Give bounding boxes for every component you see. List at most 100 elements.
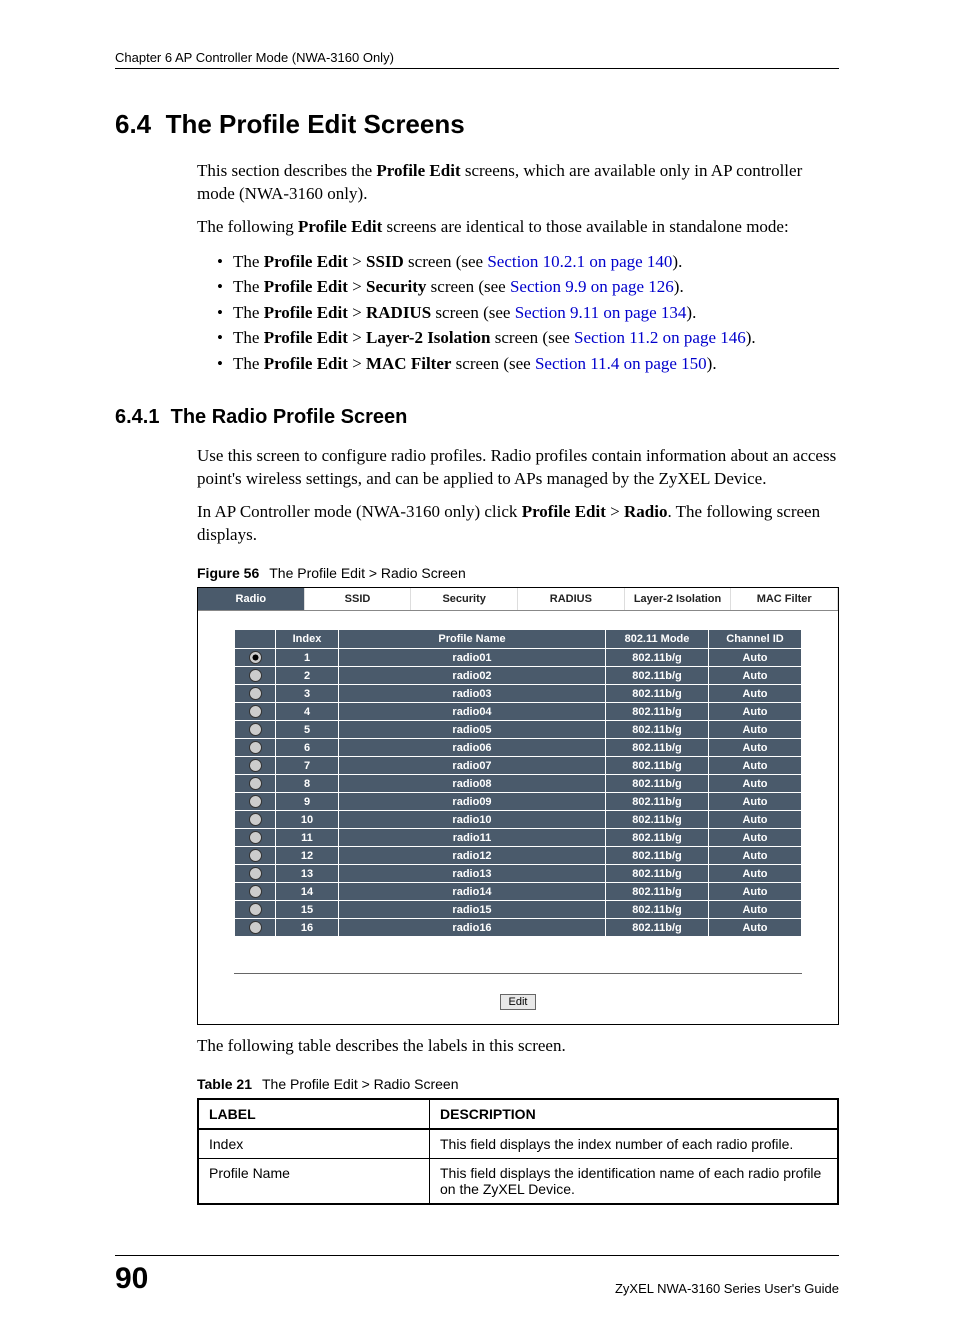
row-radio[interactable]	[235, 649, 276, 667]
bullet-item: The Profile Edit > MAC Filter screen (se…	[217, 351, 839, 377]
desc-text: This field displays the index number of …	[430, 1129, 839, 1159]
running-header: Chapter 6 AP Controller Mode (NWA-3160 O…	[115, 50, 839, 69]
edit-button[interactable]: Edit	[500, 994, 537, 1010]
row-radio[interactable]	[235, 901, 276, 919]
row-mode: 802.11b/g	[606, 883, 709, 901]
desc-label: Profile Name	[198, 1159, 430, 1205]
cross-reference-link[interactable]: Section 11.2 on page 146	[574, 328, 746, 347]
figure-screenshot: RadioSSIDSecurityRADIUSLayer-2 Isolation…	[197, 587, 839, 1025]
row-index: 6	[276, 739, 339, 757]
radio-icon[interactable]	[249, 777, 262, 790]
row-profile-name: radio13	[339, 865, 606, 883]
tab-radius[interactable]: RADIUS	[518, 588, 625, 610]
radio-icon[interactable]	[249, 795, 262, 808]
tab-layer-2-isolation[interactable]: Layer-2 Isolation	[625, 588, 732, 610]
radio-icon[interactable]	[249, 759, 262, 772]
tab-ssid[interactable]: SSID	[305, 588, 412, 610]
row-index: 14	[276, 883, 339, 901]
radio-icon[interactable]	[249, 669, 262, 682]
table-row: 1radio01802.11b/gAuto	[235, 649, 802, 667]
row-channel: Auto	[709, 883, 802, 901]
cross-reference-link[interactable]: Section 11.4 on page 150	[535, 354, 707, 373]
row-channel: Auto	[709, 919, 802, 937]
cross-reference-link[interactable]: Section 9.9 on page 126	[510, 277, 674, 296]
table-row: 10radio10802.11b/gAuto	[235, 811, 802, 829]
row-radio[interactable]	[235, 721, 276, 739]
table-row: 15radio15802.11b/gAuto	[235, 901, 802, 919]
table-row: 9radio09802.11b/gAuto	[235, 793, 802, 811]
radio-icon[interactable]	[249, 651, 262, 664]
table-caption: Table 21The Profile Edit > Radio Screen	[197, 1076, 839, 1092]
col-select	[235, 630, 276, 649]
row-mode: 802.11b/g	[606, 919, 709, 937]
section-title-text: The Profile Edit Screens	[166, 109, 465, 139]
row-mode: 802.11b/g	[606, 865, 709, 883]
tab-security[interactable]: Security	[411, 588, 518, 610]
row-mode: 802.11b/g	[606, 757, 709, 775]
row-radio[interactable]	[235, 847, 276, 865]
desc-label: Index	[198, 1129, 430, 1159]
table-row: 13radio13802.11b/gAuto	[235, 865, 802, 883]
row-index: 8	[276, 775, 339, 793]
row-index: 12	[276, 847, 339, 865]
row-mode: 802.11b/g	[606, 811, 709, 829]
row-index: 1	[276, 649, 339, 667]
radio-icon[interactable]	[249, 849, 262, 862]
table-row: 6radio06802.11b/gAuto	[235, 739, 802, 757]
row-index: 3	[276, 685, 339, 703]
row-radio[interactable]	[235, 757, 276, 775]
row-mode: 802.11b/g	[606, 667, 709, 685]
tab-mac-filter[interactable]: MAC Filter	[731, 588, 838, 610]
table-row: 4radio04802.11b/gAuto	[235, 703, 802, 721]
row-radio[interactable]	[235, 883, 276, 901]
radio-icon[interactable]	[249, 723, 262, 736]
cross-reference-link[interactable]: Section 9.11 on page 134	[515, 303, 687, 322]
figure-caption: Figure 56The Profile Edit > Radio Screen	[197, 565, 839, 581]
row-mode: 802.11b/g	[606, 775, 709, 793]
row-radio[interactable]	[235, 775, 276, 793]
row-index: 16	[276, 919, 339, 937]
row-radio[interactable]	[235, 865, 276, 883]
table-row: 12radio12802.11b/gAuto	[235, 847, 802, 865]
row-mode: 802.11b/g	[606, 901, 709, 919]
row-radio[interactable]	[235, 829, 276, 847]
page-number: 90	[115, 1262, 148, 1296]
section-intro-1: This section describes the Profile Edit …	[197, 160, 839, 206]
row-index: 10	[276, 811, 339, 829]
radio-icon[interactable]	[249, 921, 262, 934]
radio-icon[interactable]	[249, 741, 262, 754]
row-profile-name: radio05	[339, 721, 606, 739]
row-radio[interactable]	[235, 685, 276, 703]
row-radio[interactable]	[235, 667, 276, 685]
subsection-p1: Use this screen to configure radio profi…	[197, 445, 839, 491]
radio-icon[interactable]	[249, 885, 262, 898]
row-channel: Auto	[709, 721, 802, 739]
row-profile-name: radio08	[339, 775, 606, 793]
table-row: 8radio08802.11b/gAuto	[235, 775, 802, 793]
row-radio[interactable]	[235, 811, 276, 829]
cross-reference-link[interactable]: Section 10.2.1 on page 140	[487, 252, 672, 271]
radio-icon[interactable]	[249, 687, 262, 700]
radio-icon[interactable]	[249, 813, 262, 826]
bullet-item: The Profile Edit > Security screen (see …	[217, 274, 839, 300]
row-profile-name: radio10	[339, 811, 606, 829]
subsection-p2: In AP Controller mode (NWA-3160 only) cl…	[197, 501, 839, 547]
radio-icon[interactable]	[249, 903, 262, 916]
row-profile-name: radio06	[339, 739, 606, 757]
row-radio[interactable]	[235, 793, 276, 811]
desc-header-desc: DESCRIPTION	[430, 1099, 839, 1129]
bullet-list: The Profile Edit > SSID screen (see Sect…	[217, 249, 839, 377]
table-row: 16radio16802.11b/gAuto	[235, 919, 802, 937]
section-intro-2: The following Profile Edit screens are i…	[197, 216, 839, 239]
row-radio[interactable]	[235, 919, 276, 937]
row-profile-name: radio01	[339, 649, 606, 667]
bullet-item: The Profile Edit > SSID screen (see Sect…	[217, 249, 839, 275]
tab-radio[interactable]: Radio	[198, 588, 305, 610]
row-radio[interactable]	[235, 703, 276, 721]
radio-icon[interactable]	[249, 705, 262, 718]
row-profile-name: radio14	[339, 883, 606, 901]
desc-header-label: LABEL	[198, 1099, 430, 1129]
row-radio[interactable]	[235, 739, 276, 757]
radio-icon[interactable]	[249, 867, 262, 880]
radio-icon[interactable]	[249, 831, 262, 844]
